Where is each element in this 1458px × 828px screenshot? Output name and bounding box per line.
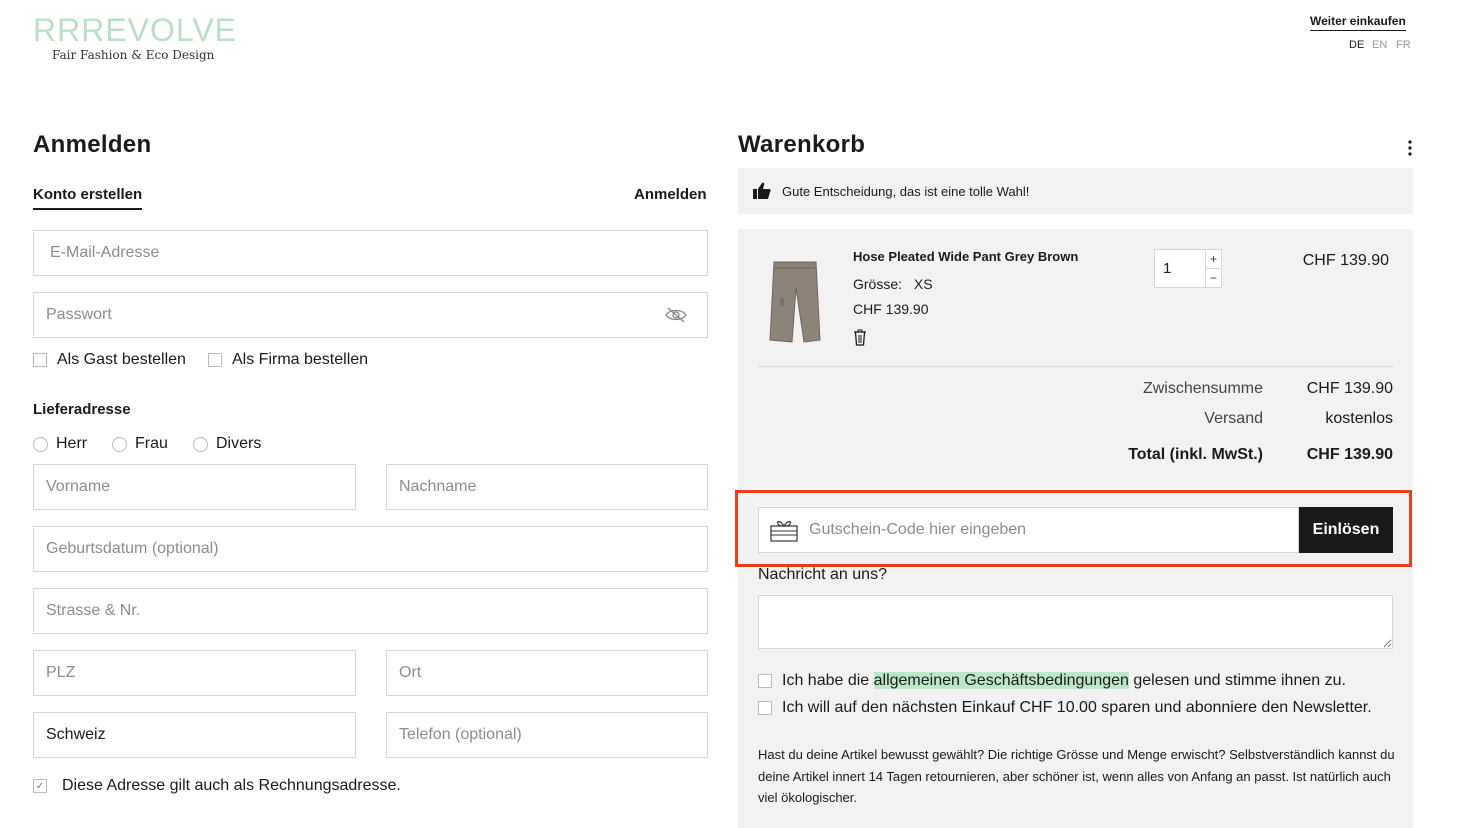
quantity-increase-button[interactable]: + <box>1205 250 1221 269</box>
radio-divers-label: Divers <box>216 435 262 452</box>
newsletter-checkbox[interactable]: Ich will auf den nächsten Einkauf CHF 10… <box>758 699 1372 717</box>
quantity-stepper[interactable]: 1 + − <box>1154 249 1222 288</box>
lang-en[interactable]: EN <box>1372 39 1387 51</box>
billing-same-checkbox[interactable]: ✓ Diese Adresse gilt auch als Rechnungsa… <box>33 777 401 795</box>
zip-input[interactable] <box>34 651 355 695</box>
terms-checkbox[interactable]: Ich habe die allgemeinen Geschäftsbeding… <box>758 672 1346 690</box>
total-label: Total (inkl. MwSt.) <box>1128 446 1263 463</box>
birthdate-input[interactable] <box>34 527 707 571</box>
trash-icon[interactable] <box>853 329 867 351</box>
radio-herr[interactable]: Herr <box>33 435 87 453</box>
city-field[interactable] <box>386 650 708 696</box>
product-size-label: Grösse: <box>853 276 903 292</box>
guest-checkbox-label: Als Gast bestellen <box>57 351 186 368</box>
terms-text: Ich habe die allgemeinen Geschäftsbeding… <box>782 672 1346 690</box>
coupon-field[interactable] <box>758 507 1299 553</box>
product-unit-price: CHF 139.90 <box>853 301 929 317</box>
shipping-label: Versand <box>1204 410 1263 427</box>
cart-banner: Gute Entscheidung, das ist eine tolle Wa… <box>738 168 1413 214</box>
guest-checkbox-box[interactable] <box>33 353 47 367</box>
coupon-input[interactable] <box>809 508 1298 552</box>
password-field[interactable] <box>33 292 708 338</box>
message-label: Nachricht an uns? <box>758 566 887 583</box>
terms-suffix: gelesen und stimme ihnen zu. <box>1128 672 1346 689</box>
company-checkbox[interactable]: Als Firma bestellen <box>208 351 368 369</box>
shipping-value: kostenlos <box>1325 410 1393 427</box>
login-title: Anmelden <box>33 131 152 158</box>
thumbs-up-icon <box>752 181 772 201</box>
product-size-value: XS <box>913 276 933 292</box>
newsletter-label: Ich will auf den nächsten Einkauf CHF 10… <box>782 699 1372 716</box>
continue-shopping-link[interactable]: Weiter einkaufen <box>1310 14 1406 31</box>
lastname-input[interactable] <box>387 465 707 509</box>
total-value: CHF 139.90 <box>1306 446 1393 463</box>
street-input[interactable] <box>34 589 707 633</box>
cart-banner-text: Gute Entscheidung, das ist eine tolle Wa… <box>782 183 1030 199</box>
email-field[interactable] <box>33 230 708 276</box>
product-size: Grösse: XS <box>853 276 933 292</box>
tab-create-account[interactable]: Konto erstellen <box>33 186 143 210</box>
billing-same-label: Diese Adresse gilt auch als Rechnungsadr… <box>62 777 401 794</box>
tab-login[interactable]: Anmelden <box>634 186 707 203</box>
logo[interactable]: RRREVOLVE <box>33 12 237 49</box>
country-field[interactable] <box>33 712 356 758</box>
gift-icon <box>759 518 809 542</box>
more-menu-icon[interactable] <box>1405 138 1415 158</box>
eye-hidden-icon[interactable] <box>665 306 687 329</box>
lang-fr[interactable]: FR <box>1396 39 1411 51</box>
city-input[interactable] <box>387 651 707 695</box>
product-name[interactable]: Hose Pleated Wide Pant Grey Brown <box>853 249 1078 264</box>
redeem-coupon-button[interactable]: Einlösen <box>1299 507 1393 553</box>
birthdate-field[interactable] <box>33 526 708 572</box>
message-textarea[interactable] <box>758 595 1393 649</box>
company-checkbox-box[interactable] <box>208 353 222 367</box>
cart-note: Hast du deine Artikel bewusst gewählt? D… <box>758 747 1395 805</box>
billing-same-checkbox-box[interactable]: ✓ <box>33 779 47 793</box>
zip-field[interactable] <box>33 650 356 696</box>
lang-de[interactable]: DE <box>1349 39 1364 51</box>
delivery-address-title: Lieferadresse <box>33 401 131 418</box>
email-input[interactable] <box>34 231 707 275</box>
subtotal-label: Zwischensumme <box>1142 380 1263 397</box>
radio-frau-label: Frau <box>135 435 168 452</box>
lastname-field[interactable] <box>386 464 708 510</box>
radio-divers[interactable]: Divers <box>193 435 261 453</box>
firstname-input[interactable] <box>34 465 355 509</box>
guest-checkbox[interactable]: Als Gast bestellen <box>33 351 186 369</box>
newsletter-checkbox-box[interactable] <box>758 701 772 715</box>
password-input[interactable] <box>34 293 707 337</box>
phone-input[interactable] <box>387 713 707 757</box>
terms-checkbox-box[interactable] <box>758 674 772 688</box>
logo-tagline: Fair Fashion & Eco Design <box>52 48 215 62</box>
street-field[interactable] <box>33 588 708 634</box>
product-image[interactable] <box>766 258 824 348</box>
radio-frau[interactable]: Frau <box>112 435 168 453</box>
country-input[interactable] <box>34 713 355 757</box>
radio-frau-circle[interactable] <box>112 436 127 452</box>
quantity-decrease-button[interactable]: − <box>1205 268 1221 287</box>
subtotal-value: CHF 139.90 <box>1306 380 1393 397</box>
firstname-field[interactable] <box>33 464 356 510</box>
radio-herr-label: Herr <box>56 435 88 452</box>
radio-divers-circle[interactable] <box>193 436 208 452</box>
phone-field[interactable] <box>386 712 708 758</box>
radio-herr-circle[interactable] <box>33 436 48 452</box>
terms-link[interactable]: allgemeinen Geschäftsbedingungen <box>873 672 1129 689</box>
cart-title: Warenkorb <box>738 131 866 158</box>
cart-divider <box>758 366 1393 367</box>
terms-prefix: Ich habe die <box>782 672 874 689</box>
line-total: CHF 139.90 <box>1302 252 1389 269</box>
company-checkbox-label: Als Firma bestellen <box>232 351 369 368</box>
quantity-value[interactable]: 1 <box>1155 250 1205 287</box>
